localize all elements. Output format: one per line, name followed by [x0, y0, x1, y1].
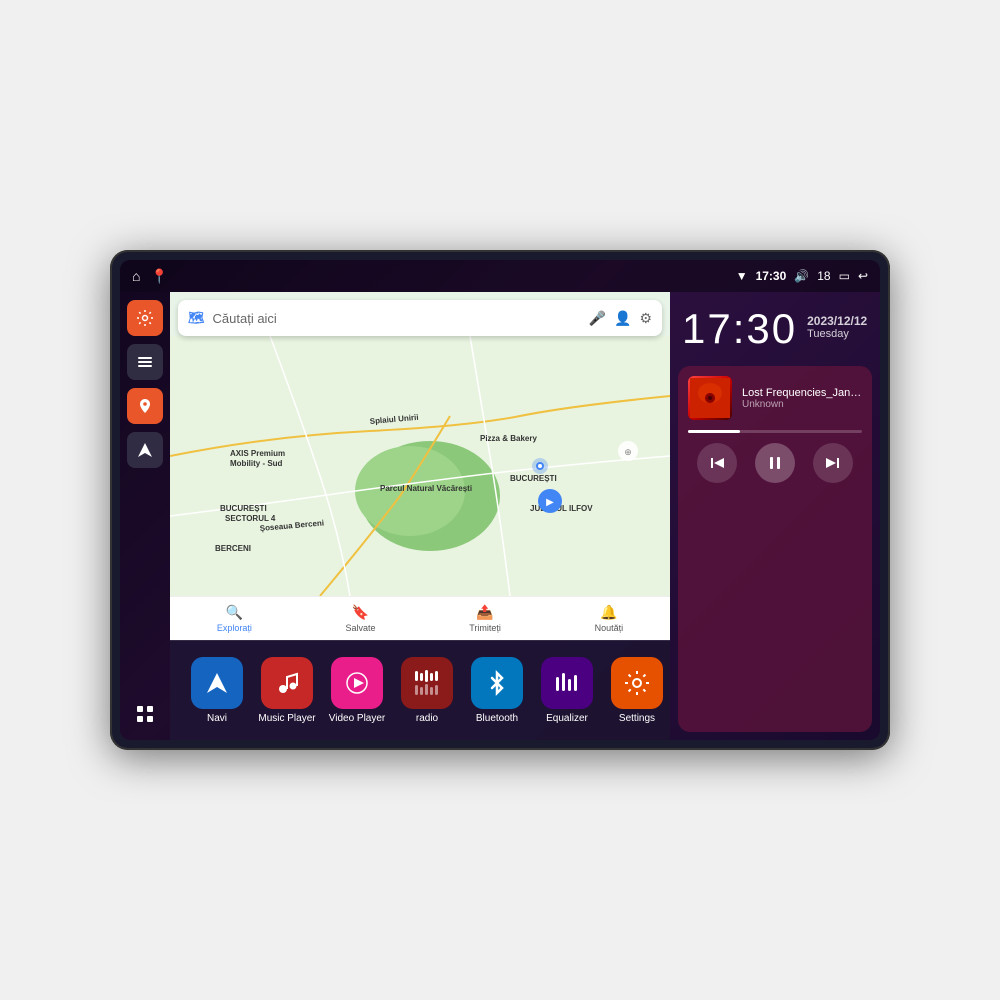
sidebar-nav[interactable] — [127, 432, 163, 468]
svg-text:Parcul Natural Văcărești: Parcul Natural Văcărești — [380, 484, 472, 493]
bluetooth-icon — [471, 657, 523, 709]
clock-time: 17:30 — [682, 308, 797, 350]
map-nav-saved[interactable]: 🔖 Salvate — [346, 604, 376, 633]
music-widget: Lost Frequencies_Janie... Unknown — [678, 366, 872, 732]
explore-label: Explorați — [217, 623, 252, 633]
video-player-label: Video Player — [329, 713, 386, 724]
music-title: Lost Frequencies_Janie... — [742, 387, 862, 399]
news-label: Noutăți — [595, 623, 624, 633]
app-video-player[interactable]: Video Player — [322, 657, 392, 724]
device: ⌂ 📍 ▼ 17:30 🔊 18 ▭ ↩ — [110, 250, 890, 750]
clock-date: 2023/12/12 Tuesday — [807, 308, 867, 340]
svg-text:SECTORUL 4: SECTORUL 4 — [225, 514, 276, 523]
sidebar-settings[interactable] — [127, 300, 163, 336]
music-artist: Unknown — [742, 399, 862, 410]
home-icon[interactable]: ⌂ — [132, 268, 140, 284]
map-nav-share[interactable]: 📤 Trimiteți — [469, 604, 501, 633]
app-settings[interactable]: Settings — [602, 657, 670, 724]
center-area: Splaiul Unirii Șoseaua Berceni AXIS Prem… — [170, 292, 670, 740]
explore-icon: 🔍 — [226, 604, 243, 621]
navi-label: Navi — [207, 713, 227, 724]
equalizer-icon — [541, 657, 593, 709]
main-content: Splaiul Unirii Șoseaua Berceni AXIS Prem… — [120, 292, 880, 740]
app-bluetooth[interactable]: Bluetooth — [462, 657, 532, 724]
music-progress-fill — [688, 430, 740, 433]
prev-button[interactable] — [697, 443, 737, 483]
music-player-label: Music Player — [258, 713, 315, 724]
saved-label: Salvate — [346, 623, 376, 633]
app-navi[interactable]: Navi — [182, 657, 252, 724]
status-bar: ⌂ 📍 ▼ 17:30 🔊 18 ▭ ↩ — [120, 260, 880, 292]
right-panel: 17:30 2023/12/12 Tuesday — [670, 292, 880, 740]
app-music-player[interactable]: Music Player — [252, 657, 322, 724]
clock-widget: 17:30 2023/12/12 Tuesday — [670, 292, 880, 362]
clock-date-value: 2023/12/12 — [807, 314, 867, 328]
share-icon: 📤 — [476, 604, 493, 621]
svg-text:BUCUREȘTI: BUCUREȘTI — [220, 504, 267, 513]
map-nav-explore[interactable]: 🔍 Explorați — [217, 604, 252, 633]
svg-text:▶: ▶ — [546, 497, 554, 508]
status-right: ▼ 17:30 🔊 18 ▭ ↩ — [736, 269, 868, 283]
music-text: Lost Frequencies_Janie... Unknown — [742, 387, 862, 410]
app-radio[interactable]: radio — [392, 657, 462, 724]
apps-grid-button[interactable] — [127, 696, 163, 732]
svg-text:⊕: ⊕ — [624, 447, 632, 457]
music-info: Lost Frequencies_Janie... Unknown — [688, 376, 862, 420]
album-art — [688, 376, 732, 420]
bluetooth-label: Bluetooth — [476, 713, 518, 724]
battery-icon: ▭ — [839, 269, 850, 283]
volume-icon: 🔊 — [794, 269, 809, 283]
app-equalizer[interactable]: Equalizer — [532, 657, 602, 724]
music-controls — [688, 443, 862, 483]
sidebar-location[interactable] — [127, 388, 163, 424]
left-sidebar — [120, 292, 170, 740]
next-button[interactable] — [813, 443, 853, 483]
settings-icon — [611, 657, 663, 709]
svg-text:Mobility - Sud: Mobility - Sud — [230, 459, 283, 468]
saved-icon: 🔖 — [352, 604, 369, 621]
map-nav-news[interactable]: 🔔 Noutăți — [595, 604, 624, 633]
music-player-icon — [261, 657, 313, 709]
navi-icon — [191, 657, 243, 709]
share-label: Trimiteți — [469, 623, 501, 633]
account-icon[interactable]: 👤 — [614, 310, 631, 327]
svg-text:BERCENI: BERCENI — [215, 544, 251, 553]
video-player-icon — [331, 657, 383, 709]
map-search-bar[interactable]: 🗺 Căutați aici 🎤 👤 ⚙ — [178, 300, 662, 336]
maps-logo: 🗺 — [188, 310, 205, 326]
mic-icon[interactable]: 🎤 — [589, 310, 606, 327]
sidebar-files[interactable] — [127, 344, 163, 380]
pause-button[interactable] — [755, 443, 795, 483]
equalizer-label: Equalizer — [546, 713, 588, 724]
back-icon[interactable]: ↩ — [858, 269, 868, 283]
settings-label: Settings — [619, 713, 655, 724]
svg-text:BUCUREȘTI: BUCUREȘTI — [510, 474, 557, 483]
svg-text:Pizza & Bakery: Pizza & Bakery — [480, 434, 537, 443]
search-placeholder: Căutați aici — [213, 311, 581, 326]
clock-day: Tuesday — [807, 328, 867, 340]
radio-icon — [401, 657, 453, 709]
clock-display: 17:30 — [682, 308, 797, 350]
svg-text:AXIS Premium: AXIS Premium — [230, 449, 285, 458]
screen: ⌂ 📍 ▼ 17:30 🔊 18 ▭ ↩ — [120, 260, 880, 740]
news-icon: 🔔 — [600, 604, 617, 621]
app-dock: Navi Music Player — [170, 640, 670, 740]
status-time: 17:30 — [756, 269, 787, 283]
map-icon[interactable]: 📍 — [150, 268, 167, 285]
radio-label: radio — [416, 713, 438, 724]
wifi-icon: ▼ — [736, 269, 748, 283]
music-progress-bar[interactable] — [688, 430, 862, 433]
battery-level: 18 — [817, 269, 830, 283]
map-nav-bottom: 🔍 Explorați 🔖 Salvate 📤 Trimiteți � — [170, 596, 670, 640]
status-left: ⌂ 📍 — [132, 268, 168, 285]
more-icon[interactable]: ⚙ — [639, 310, 652, 327]
map-container[interactable]: Splaiul Unirii Șoseaua Berceni AXIS Prem… — [170, 292, 670, 640]
